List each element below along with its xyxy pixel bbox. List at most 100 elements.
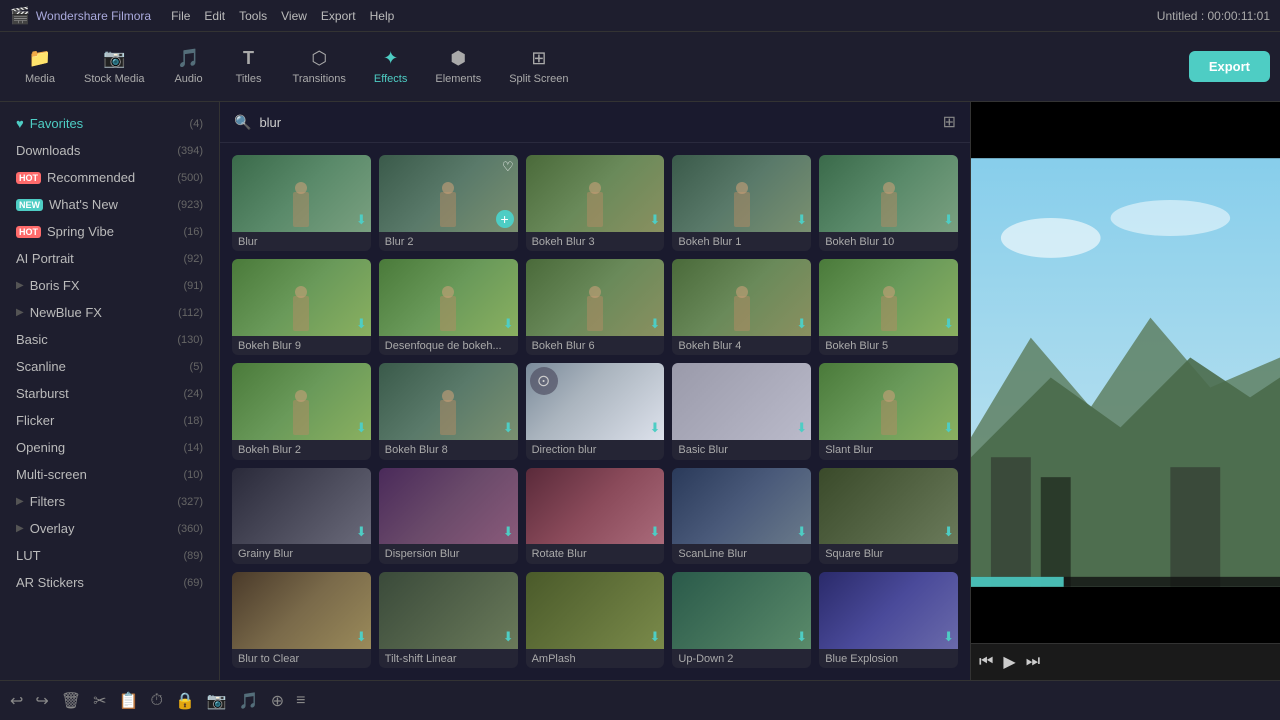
- settings-button[interactable]: ≡: [296, 692, 305, 710]
- effect-item-tiltshift-linear[interactable]: ⬇Tilt-shift Linear: [379, 572, 518, 668]
- effect-item-direction-blur[interactable]: ⬇⊙Direction blur: [526, 363, 665, 459]
- effect-item-bokeh-blur-1[interactable]: ⬇Bokeh Blur 1: [672, 155, 811, 251]
- download-icon-bokeh-blur-1[interactable]: ⬇: [796, 212, 807, 228]
- toolbar-transitions[interactable]: ⬡ Transitions: [279, 42, 360, 91]
- menu-view[interactable]: View: [281, 9, 307, 23]
- menu-help[interactable]: Help: [370, 9, 395, 23]
- effect-item-basic-blur[interactable]: ⬇Basic Blur: [672, 363, 811, 459]
- download-icon-tiltshift-linear[interactable]: ⬇: [503, 629, 514, 645]
- sidebar-item-filters[interactable]: ▶ Filters (327): [0, 488, 219, 515]
- effect-item-bokeh-blur-6[interactable]: ⬇Bokeh Blur 6: [526, 259, 665, 355]
- effect-item-desenfoque[interactable]: ⬇Desenfoque de bokeh...: [379, 259, 518, 355]
- menu-export[interactable]: Export: [321, 9, 356, 23]
- cut-button[interactable]: ✂: [93, 691, 106, 711]
- download-icon-bokeh-blur-8[interactable]: ⬇: [503, 420, 514, 436]
- menu-edit[interactable]: Edit: [204, 9, 225, 23]
- sidebar-item-starburst[interactable]: Starburst (24): [0, 380, 219, 407]
- grid-toggle-button[interactable]: ⊞: [943, 112, 956, 132]
- sidebar-item-spring-vibe[interactable]: HOT Spring Vibe (16): [0, 218, 219, 245]
- effect-item-bokeh-blur-9[interactable]: ⬇Bokeh Blur 9: [232, 259, 371, 355]
- effect-item-blur-to-clear[interactable]: ⬇Blur to Clear: [232, 572, 371, 668]
- sidebar-item-flicker[interactable]: Flicker (18): [0, 407, 219, 434]
- effect-item-bokeh-blur-10[interactable]: ⬇Bokeh Blur 10: [819, 155, 958, 251]
- download-icon-bokeh-blur-4[interactable]: ⬇: [796, 316, 807, 332]
- download-icon-bokeh-blur-5[interactable]: ⬇: [943, 316, 954, 332]
- download-icon-basic-blur[interactable]: ⬇: [796, 420, 807, 436]
- effect-item-up-down-2[interactable]: ⬇Up-Down 2: [672, 572, 811, 668]
- download-icon-bokeh-blur-6[interactable]: ⬇: [649, 316, 660, 332]
- effect-item-blur[interactable]: ⬇Blur: [232, 155, 371, 251]
- toolbar-elements[interactable]: ⬢ Elements: [421, 42, 495, 91]
- sidebar-item-scanline[interactable]: Scanline (5): [0, 353, 219, 380]
- sidebar-item-favorites[interactable]: ♥ Favorites (4): [0, 110, 219, 137]
- lock-button[interactable]: 🔒: [175, 691, 195, 711]
- effect-item-grainy-blur[interactable]: ⬇Grainy Blur: [232, 468, 371, 564]
- effect-item-scanline-blur[interactable]: ⬇ScanLine Blur: [672, 468, 811, 564]
- download-icon-desenfoque[interactable]: ⬇: [503, 316, 514, 332]
- sidebar-item-overlay[interactable]: ▶ Overlay (360): [0, 515, 219, 542]
- timer-button[interactable]: ⏱: [150, 692, 162, 710]
- undo-button[interactable]: ↩: [10, 691, 23, 711]
- sidebar-item-recommended[interactable]: HOT Recommended (500): [0, 164, 219, 191]
- effect-item-dispersion-blur[interactable]: ⬇Dispersion Blur: [379, 468, 518, 564]
- sidebar-item-newblue-fx[interactable]: ▶ NewBlue FX (112): [0, 299, 219, 326]
- download-icon-blue-explosion[interactable]: ⬇: [943, 629, 954, 645]
- effect-item-bokeh-blur-2[interactable]: ⬇Bokeh Blur 2: [232, 363, 371, 459]
- snapshot-button[interactable]: 📷: [207, 691, 227, 711]
- download-icon-scanline-blur[interactable]: ⬇: [796, 524, 807, 540]
- sidebar-item-whats-new[interactable]: NEW What's New (923): [0, 191, 219, 218]
- toolbar-stock-media[interactable]: 📷 Stock Media: [70, 42, 159, 91]
- play-button[interactable]: ▶: [1003, 652, 1015, 672]
- toolbar-split-screen[interactable]: ⊞ Split Screen: [495, 42, 582, 91]
- download-icon-bokeh-blur-3[interactable]: ⬇: [649, 212, 660, 228]
- copy-button[interactable]: 📋: [119, 691, 139, 711]
- download-icon-direction-blur[interactable]: ⬇: [649, 420, 660, 436]
- fast-forward-button[interactable]: ⏭: [1026, 653, 1040, 671]
- download-icon-slant-blur[interactable]: ⬇: [943, 420, 954, 436]
- download-icon-rotate-blur[interactable]: ⬇: [649, 524, 660, 540]
- effect-item-blue-explosion[interactable]: ⬇Blue Explosion: [819, 572, 958, 668]
- effect-item-blur-2[interactable]: ♡+Blur 2: [379, 155, 518, 251]
- effect-item-amaplash[interactable]: ⬇AmPlash: [526, 572, 665, 668]
- download-icon-bokeh-blur-2[interactable]: ⬇: [356, 420, 367, 436]
- rewind-button[interactable]: ⏮: [979, 653, 993, 671]
- effect-item-bokeh-blur-5[interactable]: ⬇Bokeh Blur 5: [819, 259, 958, 355]
- zoom-button[interactable]: ⊕: [271, 691, 284, 711]
- toolbar-titles[interactable]: T Titles: [219, 42, 279, 91]
- redo-button[interactable]: ↪: [35, 691, 48, 711]
- add-effect-icon-blur-2[interactable]: +: [496, 210, 514, 228]
- search-input[interactable]: [259, 115, 934, 130]
- favorite-icon-blur-2[interactable]: ♡: [502, 159, 514, 175]
- detach-audio-button[interactable]: 🎵: [239, 691, 259, 711]
- effect-item-bokeh-blur-8[interactable]: ⬇Bokeh Blur 8: [379, 363, 518, 459]
- sidebar-item-multi-screen[interactable]: Multi-screen (10): [0, 461, 219, 488]
- download-icon-blur[interactable]: ⬇: [356, 212, 367, 228]
- download-icon-bokeh-blur-9[interactable]: ⬇: [356, 316, 367, 332]
- export-button[interactable]: Export: [1189, 51, 1270, 82]
- download-icon-dispersion-blur[interactable]: ⬇: [503, 524, 514, 540]
- download-icon-grainy-blur[interactable]: ⬇: [356, 524, 367, 540]
- effect-item-rotate-blur[interactable]: ⬇Rotate Blur: [526, 468, 665, 564]
- download-icon-amaplash[interactable]: ⬇: [649, 629, 660, 645]
- sidebar-item-opening[interactable]: Opening (14): [0, 434, 219, 461]
- effect-item-square-blur[interactable]: ⬇Square Blur: [819, 468, 958, 564]
- toolbar-audio[interactable]: 🎵 Audio: [159, 42, 219, 91]
- download-icon-blur-to-clear[interactable]: ⬇: [356, 629, 367, 645]
- menu-file[interactable]: File: [171, 9, 190, 23]
- download-icon-up-down-2[interactable]: ⬇: [796, 629, 807, 645]
- toolbar-effects[interactable]: ✦ Effects: [360, 42, 421, 91]
- download-icon-bokeh-blur-10[interactable]: ⬇: [943, 212, 954, 228]
- effect-item-bokeh-blur-4[interactable]: ⬇Bokeh Blur 4: [672, 259, 811, 355]
- sidebar-item-boris-fx[interactable]: ▶ Boris FX (91): [0, 272, 219, 299]
- toolbar-media[interactable]: 📁 Media: [10, 42, 70, 91]
- sidebar-item-lut[interactable]: LUT (89): [0, 542, 219, 569]
- download-icon-square-blur[interactable]: ⬇: [943, 524, 954, 540]
- sidebar-item-ar-stickers[interactable]: AR Stickers (69): [0, 569, 219, 596]
- sidebar-item-downloads[interactable]: Downloads (394): [0, 137, 219, 164]
- sidebar-item-ai-portrait[interactable]: AI Portrait (92): [0, 245, 219, 272]
- menu-tools[interactable]: Tools: [239, 9, 267, 23]
- effect-item-bokeh-blur-3[interactable]: ⬇Bokeh Blur 3: [526, 155, 665, 251]
- effect-item-slant-blur[interactable]: ⬇Slant Blur: [819, 363, 958, 459]
- delete-button[interactable]: 🗑: [61, 691, 81, 711]
- sidebar-item-basic[interactable]: Basic (130): [0, 326, 219, 353]
